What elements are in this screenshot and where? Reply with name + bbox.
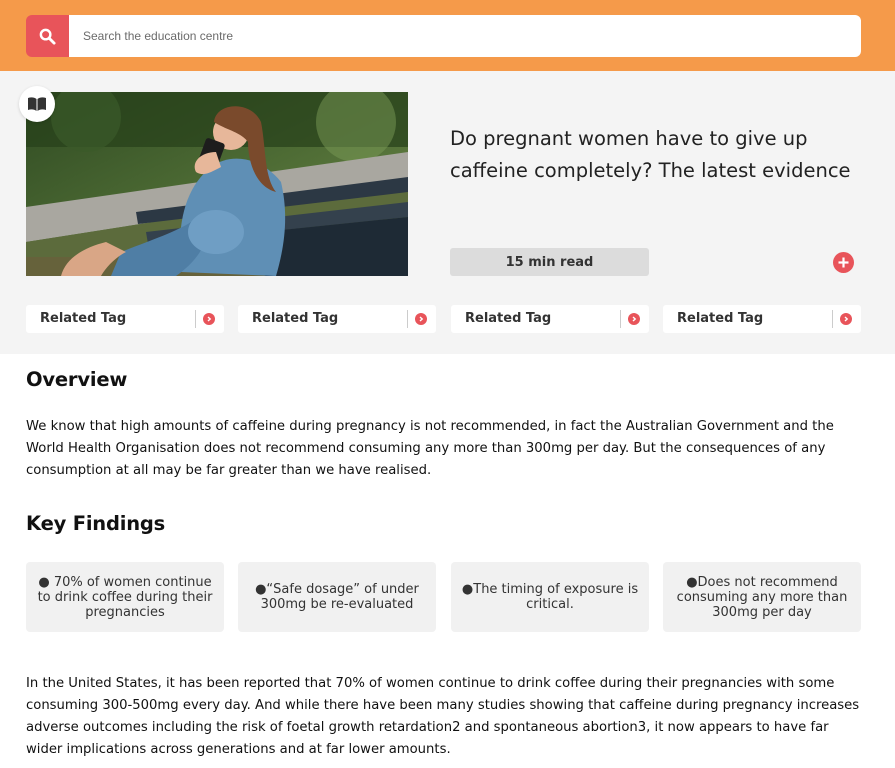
overview-heading: Overview (26, 368, 128, 391)
divider (832, 310, 833, 328)
finding-card: ●Does not recommend consuming any more t… (663, 562, 861, 632)
finding-card: ● 70% of women continue to drink coffee … (26, 562, 224, 632)
finding-card: ●The timing of exposure is critical. (451, 562, 649, 632)
chevron-right-icon[interactable] (415, 313, 427, 325)
related-tag-label: Related Tag (252, 311, 339, 326)
chevron-right-icon[interactable] (840, 313, 852, 325)
overview-text: We know that high amounts of caffeine du… (26, 419, 834, 478)
plus-icon (838, 257, 849, 268)
chevron-right-icon[interactable] (203, 313, 215, 325)
pregnant-woman-drinking-coffee-image (26, 92, 408, 276)
divider (407, 310, 408, 328)
header-bar (0, 0, 895, 71)
related-tag-label: Related Tag (465, 311, 552, 326)
search-button[interactable] (26, 15, 69, 57)
chevron-right-icon[interactable] (628, 313, 640, 325)
article-hero: Do pregnant women have to give up caffei… (0, 71, 895, 354)
divider (195, 310, 196, 328)
article-image[interactable] (26, 92, 408, 276)
related-tag[interactable]: Related Tag (663, 305, 861, 333)
key-findings-heading: Key Findings (26, 512, 166, 535)
related-tag-label: Related Tag (677, 311, 764, 326)
related-tag[interactable]: Related Tag (26, 305, 224, 333)
read-time-badge: 15 min read (450, 248, 649, 276)
book-icon (28, 97, 46, 111)
search-icon (39, 28, 56, 45)
divider (620, 310, 621, 328)
finding-card: ●“Safe dosage” of under 300mg be re-eval… (238, 562, 436, 632)
article-type-badge (19, 86, 55, 122)
body-text: In the United States, it has been report… (26, 676, 860, 757)
search-input[interactable] (69, 15, 861, 57)
add-button[interactable] (833, 252, 854, 273)
related-tag-label: Related Tag (40, 311, 127, 326)
related-tag[interactable]: Related Tag (238, 305, 436, 333)
article-title: Do pregnant women have to give up caffei… (450, 127, 851, 182)
related-tag[interactable]: Related Tag (451, 305, 649, 333)
